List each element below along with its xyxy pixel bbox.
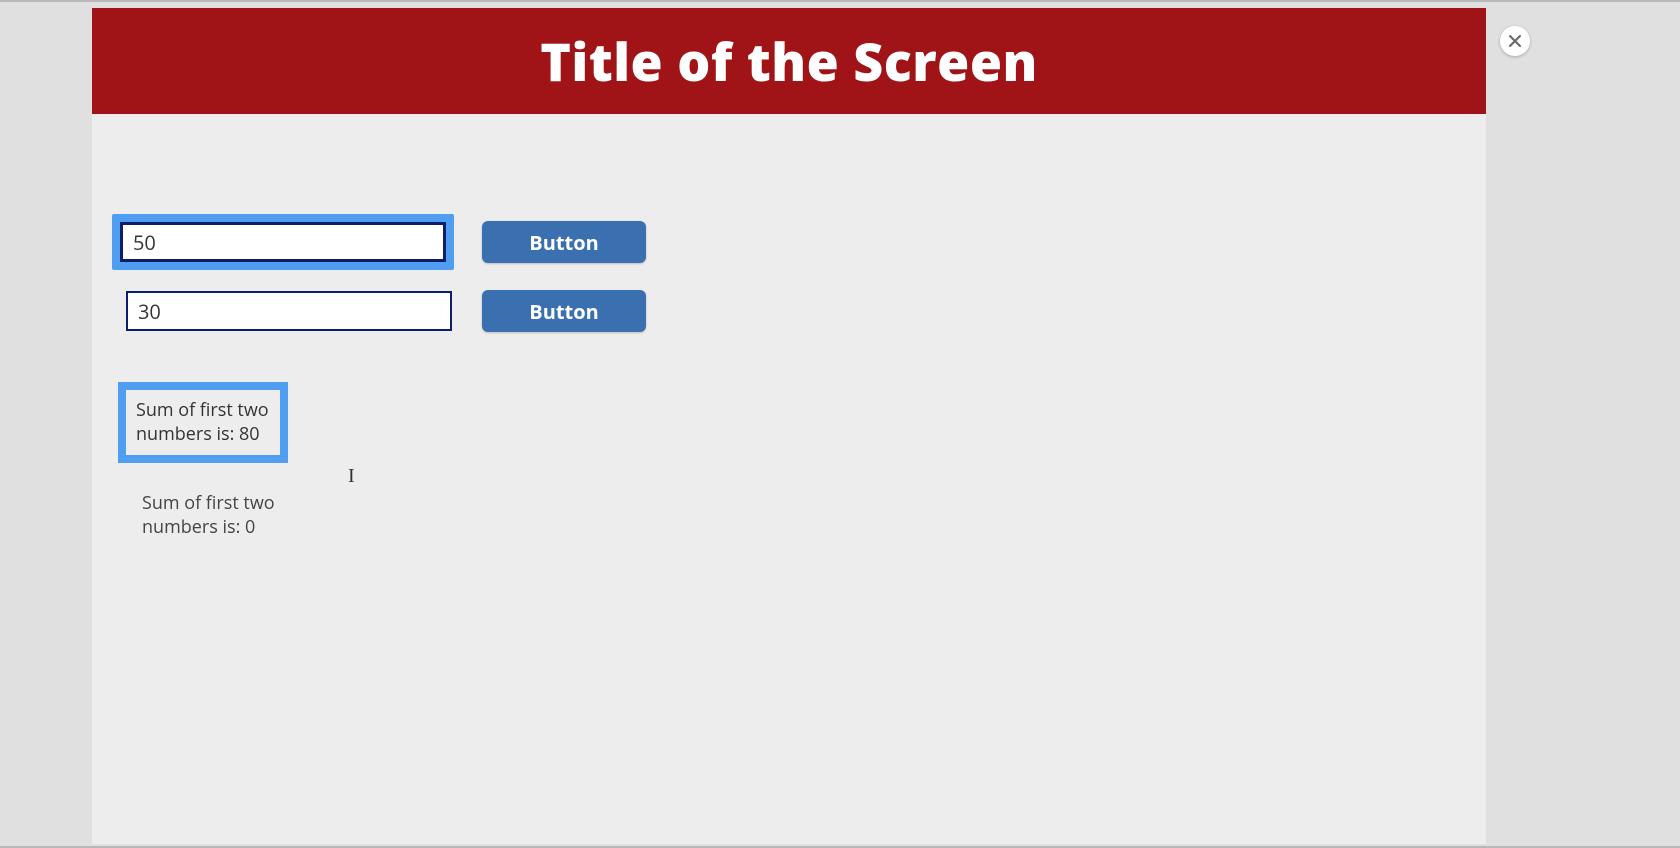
app-screen: Title of the Screen Button Button Sum of… xyxy=(92,8,1486,844)
result-highlighted: Sum of first two numbers is: 80 xyxy=(118,382,288,463)
viewport: Title of the Screen Button Button Sum of… xyxy=(0,0,1680,848)
input-2-wrap xyxy=(112,291,472,331)
close-icon xyxy=(1508,34,1522,48)
input-1[interactable] xyxy=(120,222,446,262)
button-1[interactable]: Button xyxy=(482,221,646,263)
result-plain: Sum of first two numbers is: 0 xyxy=(132,483,302,548)
input-2[interactable] xyxy=(126,291,452,331)
close-button[interactable] xyxy=(1500,26,1530,56)
input-1-highlight xyxy=(112,214,472,270)
results-area: Sum of first two numbers is: 80 Sum of f… xyxy=(112,352,1466,547)
highlight-box-icon xyxy=(112,214,454,270)
input-row-2: Button xyxy=(112,290,1466,332)
header: Title of the Screen xyxy=(92,8,1486,114)
page-title: Title of the Screen xyxy=(540,26,1038,97)
content-area: Button Button Sum of first two numbers i… xyxy=(92,114,1486,567)
button-2[interactable]: Button xyxy=(482,290,646,332)
input-row-1: Button xyxy=(112,214,1466,270)
